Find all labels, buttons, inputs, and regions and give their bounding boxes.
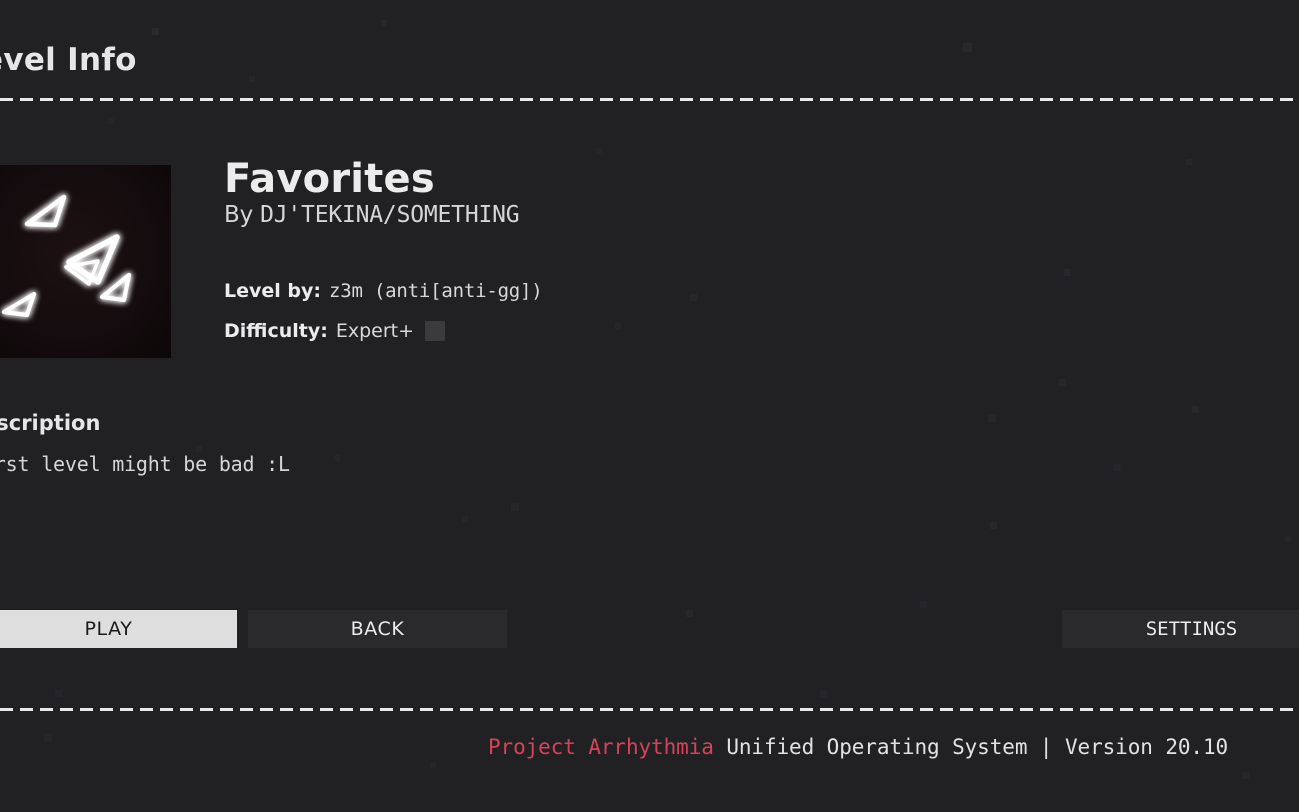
background-particle bbox=[381, 20, 387, 26]
background-particle bbox=[462, 516, 468, 522]
background-particles bbox=[0, 0, 1299, 812]
description-heading: escription bbox=[0, 411, 101, 435]
background-particle bbox=[596, 148, 602, 154]
background-particle bbox=[249, 76, 255, 82]
level-by-row: Level by: z3m (anti[anti-gg]) bbox=[224, 271, 543, 311]
back-button[interactable]: BACK bbox=[248, 610, 507, 648]
level-thumbnail bbox=[0, 165, 171, 358]
page-title: evel Info bbox=[0, 42, 137, 78]
background-particle bbox=[152, 28, 159, 35]
background-particle bbox=[55, 690, 62, 697]
background-particle bbox=[1242, 772, 1249, 779]
divider-top bbox=[0, 98, 1299, 101]
background-particle bbox=[686, 610, 693, 617]
level-artist-prefix: By bbox=[224, 202, 261, 229]
background-particle bbox=[334, 455, 340, 461]
settings-button[interactable]: SETTINGS bbox=[1062, 610, 1299, 648]
description-text: irst level might be bad :L bbox=[0, 452, 290, 476]
footer-rest: Unified Operating System | Version 20.10 bbox=[713, 735, 1229, 759]
play-button[interactable]: PLAY bbox=[0, 610, 237, 648]
footer-brand: Project Arrhythmia bbox=[488, 735, 714, 759]
difficulty-label: Difficulty: bbox=[224, 320, 328, 343]
level-meta-block: Level by: z3m (anti[anti-gg]) Difficulty… bbox=[224, 271, 543, 351]
background-particle bbox=[990, 522, 997, 529]
triangles-glow-icon bbox=[1, 194, 132, 318]
background-particle bbox=[1114, 464, 1121, 471]
background-particle bbox=[1064, 269, 1071, 276]
background-particle bbox=[920, 601, 927, 608]
background-particle bbox=[963, 43, 972, 52]
difficulty-color-swatch bbox=[425, 321, 446, 342]
background-particle bbox=[108, 118, 114, 124]
background-particle bbox=[44, 733, 52, 741]
level-artist-name: DJ'TEKINA/SOMETHING bbox=[260, 202, 520, 229]
level-artist: By DJ'TEKINA/SOMETHING bbox=[224, 202, 543, 228]
background-particle bbox=[1059, 379, 1066, 386]
level-by-label: Level by: bbox=[224, 280, 321, 303]
level-info-screen: evel Info Favorites By DJ'TEKINA/SOMETHI… bbox=[0, 0, 1299, 812]
footer-version-text: Project Arrhythmia Unified Operating Sys… bbox=[488, 735, 1228, 759]
level-name: Favorites bbox=[224, 156, 435, 202]
background-particle bbox=[820, 690, 827, 697]
difficulty-value: Expert+ bbox=[335, 320, 415, 343]
background-particle bbox=[511, 503, 519, 511]
background-particle bbox=[1285, 536, 1291, 542]
divider-bottom bbox=[0, 708, 1299, 711]
background-particle bbox=[988, 414, 996, 422]
level-by-value: z3m (anti[anti-gg]) bbox=[328, 280, 543, 303]
background-particle bbox=[615, 323, 621, 329]
background-particle bbox=[1192, 406, 1199, 413]
background-particle bbox=[690, 294, 697, 301]
level-info-block: Favorites By DJ'TEKINA/SOMETHING Level b… bbox=[224, 158, 543, 351]
difficulty-row: Difficulty: Expert+ bbox=[224, 311, 543, 351]
background-particle bbox=[430, 762, 436, 768]
background-particle bbox=[1186, 159, 1192, 165]
